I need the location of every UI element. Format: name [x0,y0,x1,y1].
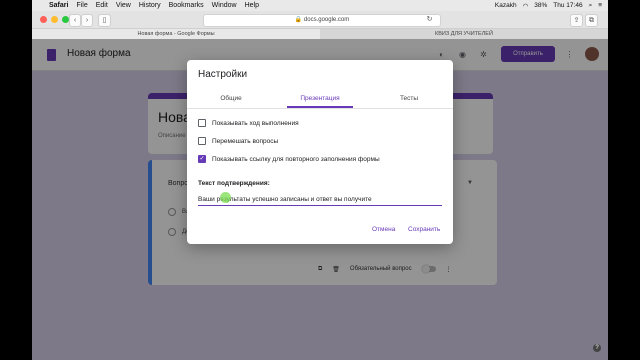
menu-window[interactable]: Window [212,2,237,9]
settings-dialog: Настройки Общие Презентация Тесты Показы… [187,60,453,244]
macos-menubar: Safari File Edit View History Bookmarks … [32,0,608,11]
tab-general[interactable]: Общие [187,95,275,102]
confirmation-label: Текст подтверждения: [198,180,270,187]
mouse-cursor-highlight [220,192,231,203]
tab-quiz[interactable]: КВИЗ ДЛЯ УЧИТЕЛЕЙ [320,29,608,39]
option-label: Показывать ссылку для повторного заполне… [212,155,380,163]
tab-presentation[interactable]: Презентация [276,95,364,102]
menu-list-icon[interactable]: ≡ [598,2,602,9]
menu-bookmarks[interactable]: Bookmarks [169,2,204,9]
save-button[interactable]: Сохранить [408,226,440,233]
address-bar[interactable]: 🔒 docs.google.com [203,14,441,27]
menu-history[interactable]: History [139,2,161,9]
option-resubmit-link[interactable]: ✓ Показывать ссылку для повторного запол… [198,155,380,163]
menu-edit[interactable]: Edit [96,2,108,9]
menu-view[interactable]: View [116,2,131,9]
checkbox-resubmit[interactable]: ✓ [198,155,206,163]
wifi-icon[interactable]: ◠ [523,2,529,10]
share-icon[interactable]: ⇪ [570,14,583,27]
option-label: Показывать ход выполнения [212,119,299,127]
back-icon[interactable]: ‹ [69,14,81,27]
sidebar-icon[interactable]: ▯ [98,14,111,27]
confirmation-message-field[interactable]: Ваши результаты успешно записаны и ответ… [198,194,442,206]
option-shuffle[interactable]: Перемешать вопросы [198,137,278,145]
url-text: docs.google.com [303,17,350,23]
menu-safari[interactable]: Safari [49,2,68,9]
battery-percent[interactable]: 38% [534,2,547,9]
checkbox-shuffle[interactable] [198,137,206,145]
tab-quizzes[interactable]: Тесты [365,95,453,102]
tab-forms[interactable]: Новая форма - Google Формы [32,29,320,39]
option-progress-bar[interactable]: Показывать ход выполнения [198,119,299,127]
clock[interactable]: Thu 17:46 [553,2,582,9]
input-source-label[interactable]: Kazakh [495,2,517,9]
close-window-icon[interactable] [40,16,47,23]
tab-bar: Новая форма - Google Формы КВИЗ ДЛЯ УЧИТ… [32,29,608,39]
tab-quiz-label: КВИЗ ДЛЯ УЧИТЕЛЕЙ [435,31,493,37]
cancel-button[interactable]: Отмена [372,226,395,233]
help-icon[interactable]: ? [593,344,601,352]
menu-help[interactable]: Help [245,2,259,9]
lock-icon: 🔒 [294,17,303,23]
dialog-tabs: Общие Презентация Тесты [187,90,453,109]
tab-forms-label: Новая форма - Google Формы [137,31,215,37]
dialog-title: Настройки [198,69,248,80]
status-area: Kazakh ◠ 38% Thu 17:46 ⌕ ≡ [495,0,602,11]
checkbox-progress[interactable] [198,119,206,127]
browser-toolbar: ‹ › ▯ 🔒 docs.google.com ↻ ⇪ ⧉ [32,11,608,29]
option-label: Перемешать вопросы [212,137,279,145]
active-tab-indicator [287,106,353,108]
menu-file[interactable]: File [76,2,87,9]
forward-icon[interactable]: › [81,14,93,27]
minimize-window-icon[interactable] [51,16,58,23]
reload-icon[interactable]: ↻ [424,14,435,25]
search-icon[interactable]: ⌕ [589,2,593,10]
screen: Safari File Edit View History Bookmarks … [32,0,608,360]
zoom-window-icon[interactable] [62,16,69,23]
tabs-overview-icon[interactable]: ⧉ [585,14,598,27]
